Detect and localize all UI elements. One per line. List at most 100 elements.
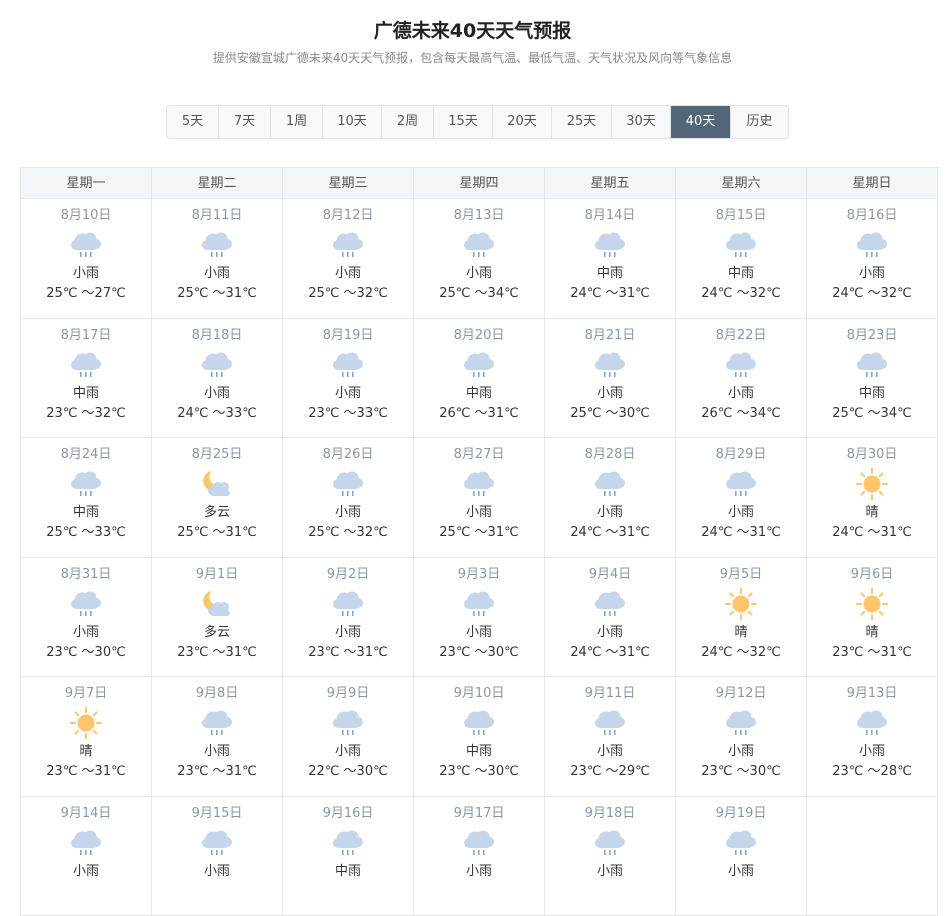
temperature-range	[676, 884, 806, 900]
tab-7[interactable]: 25天	[552, 106, 612, 138]
weather-condition: 小雨	[283, 386, 413, 402]
tab-3[interactable]: 10天	[323, 106, 382, 138]
day-cell[interactable]: 8月30日晴24℃ ～31℃	[807, 438, 938, 558]
weekday-header: 星期二	[152, 168, 283, 199]
day-cell[interactable]: 8月15日中雨24℃ ～32℃	[676, 199, 807, 319]
rain-icon	[21, 587, 151, 621]
rain-icon	[283, 826, 413, 860]
day-date: 8月10日	[21, 208, 151, 224]
temperature-range: 24℃ ～31℃	[545, 525, 675, 541]
day-cell[interactable]: 9月4日小雨24℃ ～31℃	[545, 558, 676, 678]
temperature-range	[152, 884, 282, 900]
weather-condition: 小雨	[676, 505, 806, 521]
day-cell[interactable]: 9月10日中雨23℃ ～30℃	[414, 677, 545, 797]
tab-2[interactable]: 1周	[271, 106, 323, 138]
day-cell[interactable]: 9月15日小雨	[152, 797, 283, 916]
weather-condition: 小雨	[152, 386, 282, 402]
weather-condition: 小雨	[283, 625, 413, 641]
day-cell[interactable]: 9月17日小雨	[414, 797, 545, 916]
rain-icon	[545, 587, 675, 621]
day-cell[interactable]: 8月10日小雨25℃ ～27℃	[21, 199, 152, 319]
rain-icon	[414, 706, 544, 740]
day-cell[interactable]: 9月8日小雨23℃ ～31℃	[152, 677, 283, 797]
weather-condition: 小雨	[152, 744, 282, 760]
tab-1[interactable]: 7天	[219, 106, 271, 138]
day-cell[interactable]: 9月11日小雨23℃ ～29℃	[545, 677, 676, 797]
weather-condition: 小雨	[414, 505, 544, 521]
weather-condition: 小雨	[283, 266, 413, 282]
rain-icon	[152, 706, 282, 740]
day-cell[interactable]: 8月16日小雨24℃ ～32℃	[807, 199, 938, 319]
weather-condition: 中雨	[414, 386, 544, 402]
weather-condition: 中雨	[21, 386, 151, 402]
day-cell[interactable]: 9月13日小雨23℃ ～28℃	[807, 677, 938, 797]
tab-5[interactable]: 15天	[434, 106, 493, 138]
rain-icon	[414, 587, 544, 621]
day-cell[interactable]: 8月12日小雨25℃ ～32℃	[283, 199, 414, 319]
tab-0[interactable]: 5天	[167, 106, 219, 138]
temperature-range: 24℃ ～31℃	[676, 525, 806, 541]
day-date: 8月22日	[676, 328, 806, 344]
tab-10[interactable]: 历史	[731, 106, 788, 138]
day-cell[interactable]: 8月17日中雨23℃ ～32℃	[21, 319, 152, 439]
day-cell[interactable]: 9月3日小雨23℃ ～30℃	[414, 558, 545, 678]
weather-condition: 小雨	[545, 744, 675, 760]
day-date: 8月25日	[152, 447, 282, 463]
temperature-range: 24℃ ～32℃	[807, 286, 937, 302]
page-header: 广德未来40天天气预报 提供安徽宣城广德未来40天天气预报，包含每天最高气温、最…	[0, 0, 945, 84]
day-cell[interactable]: 8月13日小雨25℃ ～34℃	[414, 199, 545, 319]
weather-condition: 中雨	[676, 266, 806, 282]
day-cell[interactable]: 8月25日多云25℃ ～31℃	[152, 438, 283, 558]
day-cell[interactable]: 9月19日小雨	[676, 797, 807, 916]
day-cell[interactable]: 8月27日小雨25℃ ～31℃	[414, 438, 545, 558]
day-date: 8月16日	[807, 208, 937, 224]
day-date: 9月12日	[676, 686, 806, 702]
weather-condition: 晴	[807, 625, 937, 641]
day-cell[interactable]: 8月19日小雨23℃ ～33℃	[283, 319, 414, 439]
day-date: 8月21日	[545, 328, 675, 344]
temperature-range: 23℃ ～31℃	[152, 645, 282, 661]
day-cell[interactable]: 9月18日小雨	[545, 797, 676, 916]
day-date: 8月13日	[414, 208, 544, 224]
day-cell[interactable]: 9月12日小雨23℃ ～30℃	[676, 677, 807, 797]
tab-8[interactable]: 30天	[612, 106, 671, 138]
day-cell[interactable]: 8月28日小雨24℃ ～31℃	[545, 438, 676, 558]
rain-icon	[152, 826, 282, 860]
day-cell[interactable]: 8月22日小雨26℃ ～34℃	[676, 319, 807, 439]
day-cell[interactable]: 8月31日小雨23℃ ～30℃	[21, 558, 152, 678]
day-cell[interactable]: 8月18日小雨24℃ ～33℃	[152, 319, 283, 439]
rain-icon	[545, 467, 675, 501]
day-cell[interactable]: 8月21日小雨25℃ ～30℃	[545, 319, 676, 439]
day-cell[interactable]: 9月6日晴23℃ ～31℃	[807, 558, 938, 678]
weather-condition: 中雨	[807, 386, 937, 402]
day-date: 9月16日	[283, 806, 413, 822]
rain-icon	[676, 467, 806, 501]
rain-icon	[676, 228, 806, 262]
day-cell[interactable]: 8月14日中雨24℃ ～31℃	[545, 199, 676, 319]
week-row: 8月10日小雨25℃ ～27℃8月11日小雨25℃ ～31℃8月12日小雨25℃…	[21, 199, 939, 319]
day-cell[interactable]: 8月26日小雨25℃ ～32℃	[283, 438, 414, 558]
weather-condition: 小雨	[545, 386, 675, 402]
tab-4[interactable]: 2周	[382, 106, 434, 138]
day-cell[interactable]: 8月29日小雨24℃ ～31℃	[676, 438, 807, 558]
day-cell[interactable]: 8月11日小雨25℃ ～31℃	[152, 199, 283, 319]
temperature-range: 24℃ ～31℃	[545, 645, 675, 661]
weather-condition: 晴	[676, 625, 806, 641]
day-cell[interactable]: 9月16日中雨	[283, 797, 414, 916]
tab-9[interactable]: 40天	[671, 106, 731, 138]
temperature-range: 24℃ ～31℃	[545, 286, 675, 302]
temperature-range: 24℃ ～32℃	[676, 645, 806, 661]
partly-cloudy-night-icon	[152, 467, 282, 501]
day-cell[interactable]: 9月5日晴24℃ ～32℃	[676, 558, 807, 678]
day-date: 8月23日	[807, 328, 937, 344]
day-cell[interactable]: 8月23日中雨25℃ ～34℃	[807, 319, 938, 439]
day-cell[interactable]: 9月2日小雨23℃ ～31℃	[283, 558, 414, 678]
day-cell[interactable]: 9月14日小雨	[21, 797, 152, 916]
tab-6[interactable]: 20天	[493, 106, 552, 138]
day-cell[interactable]: 9月1日多云23℃ ～31℃	[152, 558, 283, 678]
day-cell[interactable]: 8月24日中雨25℃ ～33℃	[21, 438, 152, 558]
day-cell[interactable]: 9月7日晴23℃ ～31℃	[21, 677, 152, 797]
weather-condition: 中雨	[21, 505, 151, 521]
day-cell[interactable]: 9月9日小雨22℃ ～30℃	[283, 677, 414, 797]
day-cell[interactable]: 8月20日中雨26℃ ～31℃	[414, 319, 545, 439]
